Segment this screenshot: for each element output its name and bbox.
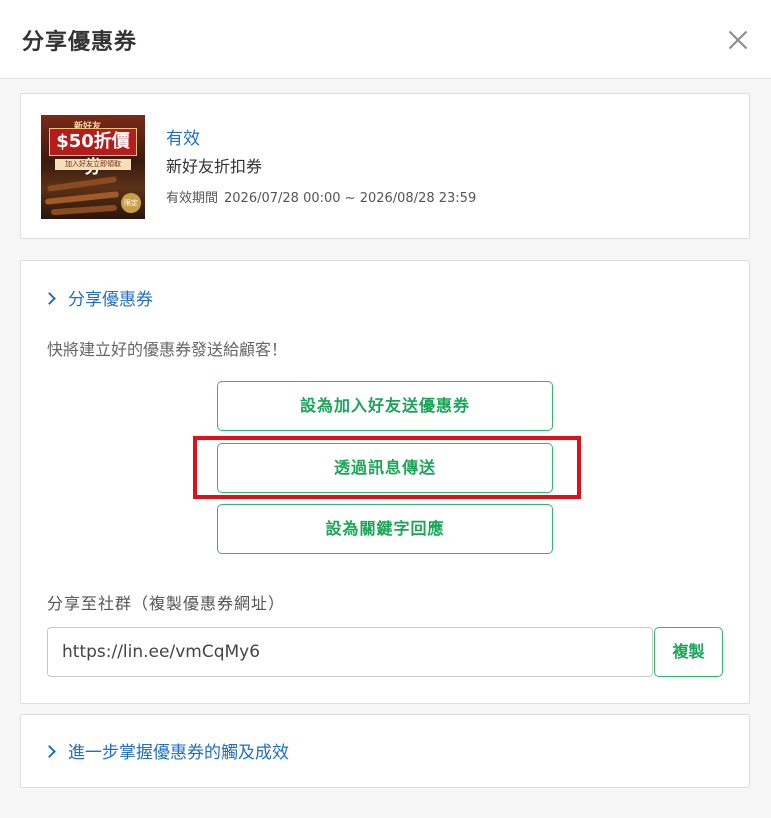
food-graphic <box>50 204 118 216</box>
close-icon[interactable] <box>724 26 752 54</box>
coupon-status[interactable]: 有效 <box>166 124 200 149</box>
coupon-image-amount: $50折價券 <box>49 128 137 178</box>
coupon-url-field[interactable]: https://lin.ee/vmCqMy6 <box>47 627 653 677</box>
set-keyword-response-button[interactable]: 設為關鍵字回應 <box>217 504 553 554</box>
share-coupon-modal: 分享優惠券 新好友 $50折價券 加入好友立即領取 限定 有效 新好友折扣券 有… <box>0 0 771 818</box>
coupon-performance-section: 進一步掌握優惠券的觸及成效 <box>20 714 750 788</box>
send-via-message-button[interactable]: 透過訊息傳送 <box>217 443 553 493</box>
food-graphic <box>46 176 118 192</box>
coupon-name: 新好友折扣券 <box>166 157 263 176</box>
share-description: 快將建立好的優惠券發送給顧客！ <box>47 340 288 359</box>
social-share-label: 分享至社群（複製優惠券網址） <box>47 594 286 613</box>
coupon-image-tagline: 加入好友立即領取 <box>55 159 131 170</box>
coupon-image: 新好友 $50折價券 加入好友立即領取 限定 <box>41 115 145 219</box>
coupon-image-limit-badge: 限定 <box>121 193 141 213</box>
share-coupon-toggle[interactable]: 分享優惠券 <box>43 285 153 310</box>
chevron-right-icon <box>43 291 56 305</box>
chevron-right-icon <box>43 744 56 758</box>
modal-header: 分享優惠券 <box>0 0 771 79</box>
modal-title: 分享優惠券 <box>22 30 138 55</box>
copy-button[interactable]: 複製 <box>654 627 723 677</box>
coupon-performance-toggle[interactable]: 進一步掌握優惠券的觸及成效 <box>43 738 289 763</box>
coupon-summary-card: 新好友 $50折價券 加入好友立即領取 限定 有效 新好友折扣券 有效期間 202… <box>20 93 750 239</box>
share-coupon-section: 分享優惠券 快將建立好的優惠券發送給顧客！ 設為加入好友送優惠券 透過訊息傳送 … <box>20 260 750 704</box>
coupon-validity: 有效期間 2026/07/28 00:00 ~ 2026/08/28 23:59 <box>166 187 482 206</box>
coupon-performance-toggle-label: 進一步掌握優惠券的觸及成效 <box>68 743 289 763</box>
validity-range: 2026/07/28 00:00 ~ 2026/08/28 23:59 <box>224 191 477 206</box>
set-friend-add-coupon-button[interactable]: 設為加入好友送優惠券 <box>217 381 553 431</box>
food-graphic <box>44 191 120 205</box>
validity-label: 有效期間 <box>166 191 219 206</box>
share-coupon-toggle-label: 分享優惠券 <box>68 290 153 310</box>
